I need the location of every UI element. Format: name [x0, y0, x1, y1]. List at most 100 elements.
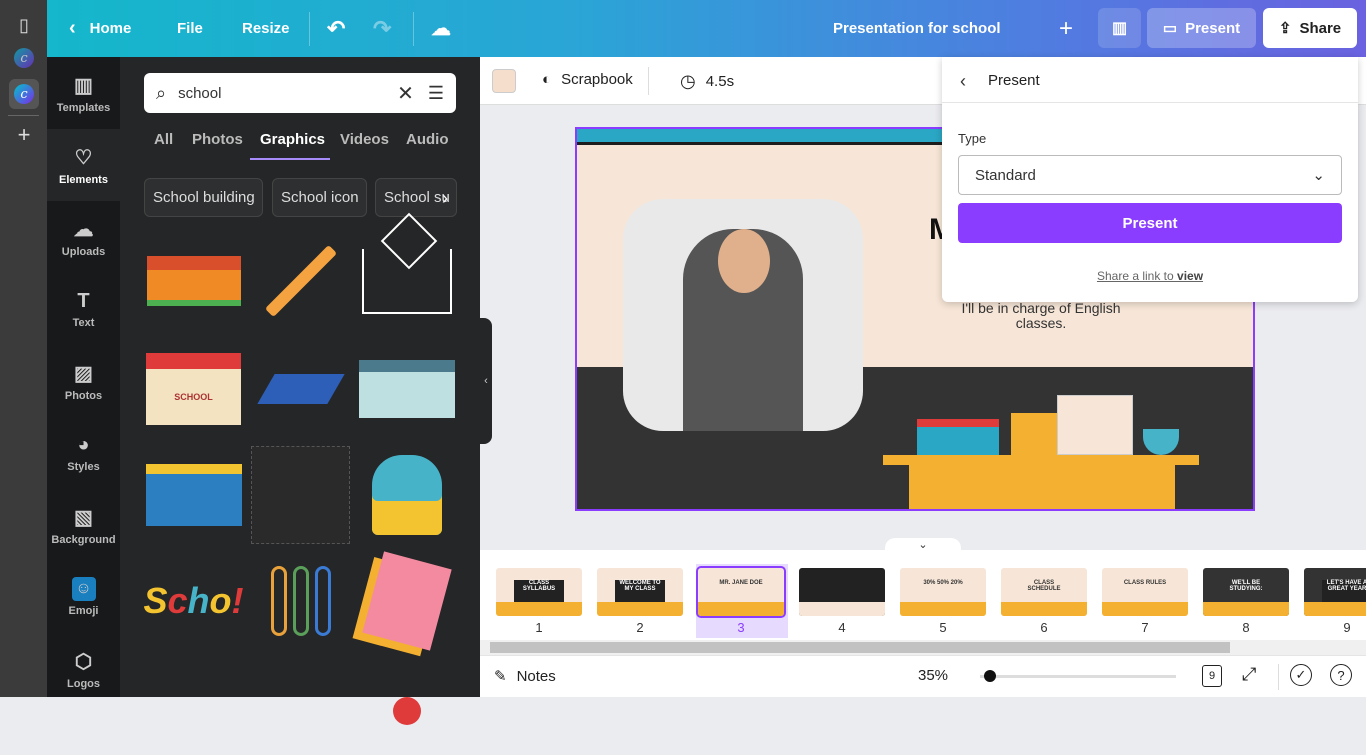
page-thumbnail[interactable]: CLASS SYLLABUS	[496, 568, 582, 616]
sidebar-item-label: Uploads	[61, 245, 106, 258]
type-select[interactable]: Standard ⌄	[958, 155, 1342, 195]
page-number: 9	[1343, 620, 1351, 635]
analytics-chart-icon[interactable]: ▥	[1098, 8, 1141, 48]
notes-button[interactable]: ✎ Notes	[494, 667, 556, 686]
notes-icon: ✎	[494, 668, 507, 685]
page-thumbnail[interactable]: WE'LL BE STUDYING:	[1203, 568, 1289, 616]
page-number: 4	[838, 620, 846, 635]
redo-icon[interactable]: ↷	[373, 0, 391, 57]
cloud-saved-icon[interactable]: ☁	[431, 0, 451, 57]
undo-icon[interactable]: ↶	[327, 0, 345, 57]
page-thumbnail[interactable]: CLASS SCHEDULE	[1001, 568, 1087, 616]
graphic-pencils[interactable]	[251, 232, 350, 330]
horizontal-scrollbar[interactable]	[480, 640, 1366, 655]
graphic-doodle-pattern[interactable]	[251, 446, 350, 544]
graphic-school-building-blue[interactable]	[357, 340, 456, 438]
thumbnail-text: CLASS RULES	[1123, 580, 1167, 586]
thumbnail-text: CLASS SYLLABUS	[514, 580, 564, 602]
check-icon[interactable]: ✓	[1290, 664, 1312, 686]
help-icon[interactable]: ?	[1330, 664, 1352, 686]
graphic-school-building-orange[interactable]	[144, 232, 243, 330]
scrollbar-thumb[interactable]	[490, 642, 1230, 653]
canva-tab-icon[interactable]: c	[9, 43, 39, 73]
page-thumbnail[interactable]: 30% 50% 20%	[900, 568, 986, 616]
thumbnail-text: LET'S HAVE A GREAT YEAR	[1322, 580, 1366, 602]
resize-button[interactable]: Resize	[242, 0, 290, 57]
graphic-apple[interactable]	[357, 657, 456, 755]
elements-panel: ⌕ school ✕ ☰ All Photos Graphics Videos …	[120, 57, 480, 725]
sidebar-item-label: Logos	[67, 677, 100, 690]
popover-present-button[interactable]: Present	[958, 203, 1342, 243]
sidebar-item-background[interactable]: ▧ Background	[47, 489, 120, 561]
graphic-school-outline[interactable]	[357, 212, 456, 330]
tab-all[interactable]: All	[154, 131, 173, 148]
sidebar-item-text[interactable]: T Text	[47, 273, 120, 345]
graphic-notebooks[interactable]	[357, 551, 456, 651]
sidebar-item-label: Elements	[59, 173, 108, 186]
share-link-view: view	[1177, 269, 1204, 283]
add-icon[interactable]: +	[1059, 0, 1073, 57]
back-chevron-icon[interactable]: ‹	[960, 71, 966, 92]
sidebar-toggle-icon[interactable]: ▯	[9, 10, 39, 40]
file-button[interactable]: File	[177, 0, 203, 57]
desk-front	[909, 465, 1175, 509]
fullscreen-icon[interactable]: ⤢	[1242, 664, 1256, 685]
zoom-value[interactable]: 35%	[918, 667, 948, 684]
present-screen-icon: ▭	[1162, 20, 1178, 37]
duration-label: 4.5s	[705, 73, 735, 90]
share-label: Share	[1299, 19, 1342, 37]
sidebar-item-logos[interactable]: ⬡ Logos	[47, 633, 120, 705]
duration-button[interactable]: ◷ 4.5s	[680, 71, 734, 92]
tab-photos[interactable]: Photos	[192, 131, 243, 148]
graphic-school-sign[interactable]: SCHOOL	[144, 340, 243, 438]
text-icon: T	[77, 289, 90, 312]
chip-school-icon[interactable]: School icon	[272, 178, 367, 217]
chevron-right-icon[interactable]: ›	[442, 188, 448, 209]
zoom-slider[interactable]	[980, 675, 1176, 678]
graphic-backpack[interactable]	[357, 446, 456, 544]
page-thumbnail[interactable]	[799, 568, 885, 616]
document-title[interactable]: Presentation for school	[833, 0, 1001, 57]
sidebar-item-uploads[interactable]: ☁ Uploads	[47, 201, 120, 273]
filter-sliders-icon[interactable]: ☰	[428, 83, 444, 104]
graphic-school-building-clock[interactable]	[144, 446, 243, 544]
clear-icon[interactable]: ✕	[397, 81, 414, 106]
chip-school-building[interactable]: School building	[144, 178, 263, 217]
notes-label: Notes	[516, 667, 556, 685]
home-button[interactable]: ‹ Home	[69, 0, 131, 57]
graphic-paperclips[interactable]	[251, 552, 350, 650]
page-count-button[interactable]: 9	[1202, 665, 1222, 687]
page-thumbnail[interactable]: LET'S HAVE A GREAT YEAR	[1304, 568, 1366, 616]
collapse-panel-handle[interactable]: ‹	[480, 318, 492, 444]
sidebar-item-styles[interactable]: ◕ Styles	[47, 417, 120, 489]
page-thumbnail[interactable]: MR. JANE DOE	[696, 566, 786, 618]
graphic-school-lettering[interactable]: Sc h o!	[143, 552, 243, 650]
sidebar-item-elements[interactable]: ♡ Elements	[47, 129, 120, 201]
side-nav: ▥ Templates ♡ Elements ☁ Uploads T Text ▨ Photos ◕…	[47, 57, 120, 697]
graphic-graduation-cap[interactable]	[251, 340, 350, 438]
page-thumbnail[interactable]: CLASS RULES	[1102, 568, 1188, 616]
tab-audio[interactable]: Audio	[406, 131, 449, 148]
page-thumbnail[interactable]: WELCOME TO MY CLASS	[597, 568, 683, 616]
tab-videos[interactable]: Videos	[340, 131, 389, 148]
paper-box	[1057, 395, 1133, 455]
share-link-to-view[interactable]: Share a link to view	[942, 269, 1358, 283]
present-popover: ‹ Present Type Standard ⌄ Present Share a…	[942, 57, 1358, 302]
zoom-slider-knob[interactable]	[983, 670, 996, 682]
present-button[interactable]: ▭ Present	[1147, 8, 1256, 48]
sidebar-item-templates[interactable]: ▥ Templates	[47, 57, 120, 129]
teacher-photo[interactable]	[623, 199, 863, 431]
sidebar-item-label: Emoji	[68, 605, 99, 617]
color-swatch[interactable]	[492, 69, 516, 93]
sidebar-item-emoji[interactable]: ☺ Emoji	[47, 561, 120, 633]
sidebar-item-photos[interactable]: ▨ Photos	[47, 345, 120, 417]
present-label: Present	[1185, 19, 1241, 37]
canva-active-tab-icon[interactable]: c	[9, 79, 39, 109]
search-input[interactable]: ⌕ school ✕ ☰	[144, 73, 456, 113]
search-value: school	[178, 84, 222, 102]
share-button[interactable]: ⇪ Share	[1263, 8, 1357, 48]
tab-graphics[interactable]: Graphics	[260, 131, 325, 148]
plus-icon[interactable]: +	[9, 120, 39, 150]
slide-body-text[interactable]: I'll be in charge of English classes.	[951, 301, 1131, 331]
effect-button[interactable]: ◐ Scrapbook	[542, 71, 633, 88]
